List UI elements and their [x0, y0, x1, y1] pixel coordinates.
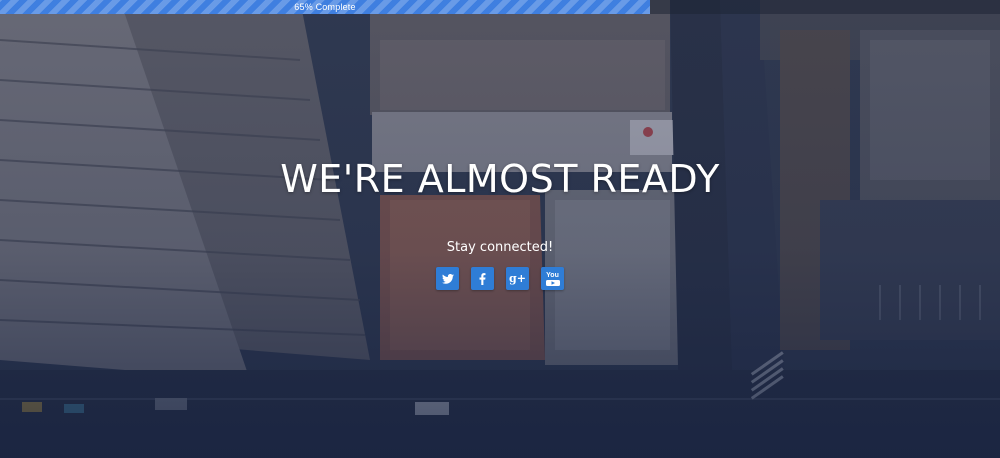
social-links: g+ You	[436, 267, 564, 290]
youtube-button[interactable]: You	[541, 267, 564, 290]
subtitle: Stay connected!	[446, 240, 554, 255]
coming-soon-page: 65% Complete WE'RE ALMOST READY Stay con…	[0, 0, 1000, 458]
google-plus-icon: g+	[509, 272, 526, 285]
youtube-icon-label: You	[546, 271, 559, 279]
hero-section: WE'RE ALMOST READY Stay connected! g+ Yo…	[0, 0, 1000, 458]
page-title: WE'RE ALMOST READY	[280, 157, 720, 201]
facebook-button[interactable]	[471, 267, 494, 290]
twitter-icon	[441, 273, 454, 284]
twitter-button[interactable]	[436, 267, 459, 290]
google-plus-button[interactable]: g+	[506, 267, 529, 290]
facebook-icon	[479, 272, 486, 285]
youtube-icon: You	[545, 271, 560, 286]
